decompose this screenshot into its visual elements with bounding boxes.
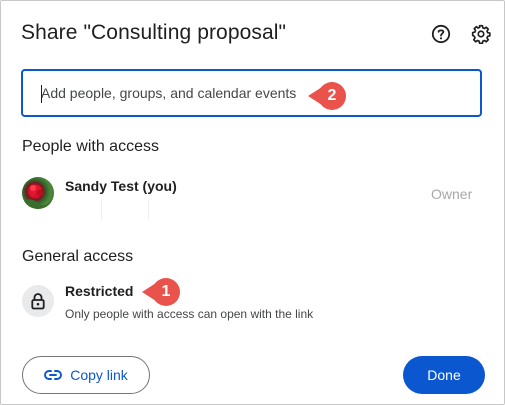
done-label: Done: [427, 367, 461, 383]
flower-photo-avatar: [22, 177, 54, 209]
general-access-description: Only people with access can open with th…: [65, 307, 314, 321]
dialog-title: Share "Consulting proposal": [21, 21, 287, 44]
callout-marker-1: 1: [142, 278, 180, 306]
add-people-input[interactable]: [21, 69, 482, 117]
copy-link-label: Copy link: [70, 367, 128, 383]
general-access-level-dropdown[interactable]: Restricted: [65, 283, 133, 299]
faint-dividers: [101, 200, 151, 220]
text-caret: [41, 85, 42, 103]
callout-marker-2: 2: [308, 82, 346, 110]
share-dialog: Share "Consulting proposal" 2 People wit…: [0, 0, 505, 405]
callout-number: 1: [152, 278, 180, 306]
done-button[interactable]: Done: [403, 356, 485, 394]
person-role: Owner: [431, 186, 473, 202]
copy-link-button[interactable]: Copy link: [22, 356, 150, 394]
help-circle-icon[interactable]: [430, 23, 452, 45]
lock-icon: [22, 285, 54, 317]
general-access-heading: General access: [22, 248, 134, 265]
person-name: Sandy Test (you): [65, 178, 177, 194]
link-icon: [44, 367, 63, 383]
gear-icon[interactable]: [470, 23, 492, 45]
callout-number: 2: [318, 82, 346, 110]
people-with-access-heading: People with access: [22, 138, 159, 155]
